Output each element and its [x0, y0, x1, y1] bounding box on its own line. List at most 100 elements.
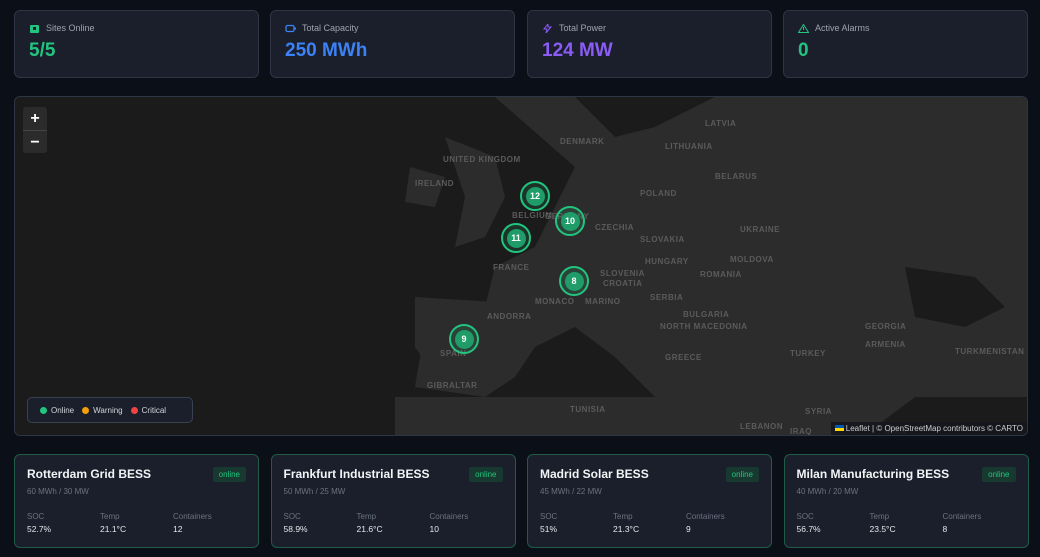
site-map[interactable]: + − IRELAND UNITED KINGDOM DENMARK LATVIA LI…: [14, 96, 1028, 436]
map-country-label: LATVIA: [705, 119, 737, 128]
map-country-label: LEBANON: [740, 422, 784, 431]
map-country-label: SLOVAKIA: [640, 235, 685, 244]
site-card[interactable]: Milan Manufacturing BESS online 40 MWh /…: [783, 454, 1029, 548]
site-card[interactable]: Rotterdam Grid BESS online 60 MWh / 30 M…: [14, 454, 259, 548]
map-country-label: TURKEY: [790, 349, 826, 358]
stat-label: Sites Online: [46, 23, 95, 33]
stat-value: 5/5: [29, 40, 56, 61]
map-country-label: DENMARK: [560, 137, 605, 146]
cluster-marker[interactable]: 8: [559, 266, 589, 296]
map-country-label: ANDORRA: [487, 312, 532, 321]
soc-value: 58.9%: [283, 524, 308, 534]
containers-value: 10: [429, 524, 439, 534]
site-spec: 45 MWh / 22 MW: [540, 487, 602, 496]
battery-icon: [285, 24, 296, 32]
site-spec: 60 MWh / 30 MW: [27, 487, 89, 496]
stat-label: Total Power: [559, 23, 607, 33]
zoom-control: + −: [23, 107, 47, 153]
map-country-label: UKRAINE: [740, 225, 780, 234]
map-country-label: POLAND: [640, 189, 677, 198]
stat-total-power: Total Power 124 MW: [527, 10, 772, 78]
map-country-label: TUNISIA: [570, 405, 606, 414]
soc-label: SOC: [27, 512, 45, 521]
containers-label: Containers: [686, 512, 725, 521]
temp-value: 23.5°C: [869, 524, 896, 534]
stat-label: Active Alarms: [815, 23, 870, 33]
soc-value: 56.7%: [796, 524, 821, 534]
ukraine-flag-icon: [834, 425, 844, 431]
stat-sites-online: Sites Online 5/5: [14, 10, 259, 78]
stat-value: 250 MWh: [285, 40, 368, 61]
lightning-icon: [542, 23, 553, 33]
soc-value: 51%: [540, 524, 558, 534]
containers-label: Containers: [942, 512, 982, 521]
map-country-label: MARINO: [585, 297, 621, 306]
status-badge: online: [982, 467, 1016, 482]
alert-triangle-icon: [798, 23, 809, 33]
stat-value: 0: [798, 40, 809, 61]
map-country-label: LITHUANIA: [665, 142, 713, 151]
map-country-label: BULGARIA: [683, 310, 730, 319]
map-country-label: IRAQ: [790, 427, 812, 436]
map-country-label: BELGIUM: [512, 211, 553, 220]
stat-active-alarms: Active Alarms 0: [783, 10, 1028, 78]
cluster-marker[interactable]: 12: [520, 181, 550, 211]
map-country-label: ROMANIA: [700, 270, 742, 279]
leaflet-link[interactable]: Leaflet: [846, 424, 870, 433]
map-country-label: IRELAND: [415, 179, 455, 188]
map-country-label: UNITED KINGDOM: [443, 155, 521, 164]
soc-label: SOC: [540, 512, 558, 521]
map-attribution: Leaflet | © OpenStreetMap contributors ©…: [830, 422, 1027, 435]
stat-value: 124 MW: [542, 40, 613, 61]
temp-label: Temp: [869, 512, 890, 521]
status-badge: online: [469, 467, 503, 482]
containers-value: 12: [173, 524, 183, 534]
soc-label: SOC: [283, 512, 301, 521]
stat-total-capacity: Total Capacity 250 MWh: [270, 10, 515, 78]
status-badge: online: [212, 467, 246, 482]
cluster-marker[interactable]: 11: [501, 223, 531, 253]
map-country-label: SERBIA: [650, 293, 684, 302]
soc-label: SOC: [796, 512, 814, 521]
map-country-label: SLOVENIA: [600, 269, 645, 278]
temp-value: 21.6°C: [356, 524, 383, 534]
map-country-label: BELARUS: [715, 172, 758, 181]
cluster-marker[interactable]: 9: [449, 324, 479, 354]
containers-value: 8: [942, 524, 948, 534]
temp-label: Temp: [356, 512, 377, 521]
zoom-out-button[interactable]: −: [23, 130, 47, 153]
containers-label: Containers: [173, 512, 212, 521]
map-country-label: SYRIA: [805, 407, 832, 416]
temp-label: Temp: [613, 512, 633, 521]
map-country-label: ARMENIA: [865, 340, 906, 349]
map-legend: Online Warning Critical: [27, 397, 193, 423]
temp-value: 21.3°C: [613, 524, 640, 534]
containers-value: 9: [686, 524, 691, 534]
map-country-label: CROATIA: [603, 279, 643, 288]
map-country-label: FRANCE: [493, 263, 530, 272]
map-country-label: MOLDOVA: [730, 255, 774, 264]
zoom-in-button[interactable]: +: [23, 107, 47, 130]
temp-label: Temp: [100, 512, 120, 521]
building-icon: [30, 24, 39, 33]
status-badge: online: [725, 467, 759, 482]
stat-label: Total Capacity: [302, 23, 359, 33]
soc-value: 52.7%: [27, 524, 52, 534]
map-country-label: GEORGIA: [865, 322, 907, 331]
map-country-label: HUNGARY: [645, 257, 689, 266]
legend-online: Online: [40, 406, 74, 415]
containers-label: Containers: [429, 512, 469, 521]
temp-value: 21.1°C: [100, 524, 127, 534]
cluster-marker[interactable]: 10: [555, 206, 585, 236]
legend-critical: Critical: [130, 406, 166, 415]
map-country-label: CZECHIA: [595, 223, 635, 232]
map-country-label: GREECE: [665, 353, 702, 362]
site-spec: 50 MWh / 25 MW: [283, 487, 346, 496]
map-country-label: TURKMENISTAN: [955, 347, 1025, 356]
site-card[interactable]: Madrid Solar BESS online 45 MWh / 22 MW …: [527, 454, 772, 548]
site-spec: 40 MWh / 20 MW: [796, 487, 859, 496]
legend-warning: Warning: [82, 406, 123, 415]
site-card[interactable]: Frankfurt Industrial BESS online 50 MWh …: [270, 454, 516, 548]
map-country-label: GIBRALTAR: [427, 381, 478, 390]
map-country-label: NORTH MACEDONIA: [660, 322, 748, 331]
